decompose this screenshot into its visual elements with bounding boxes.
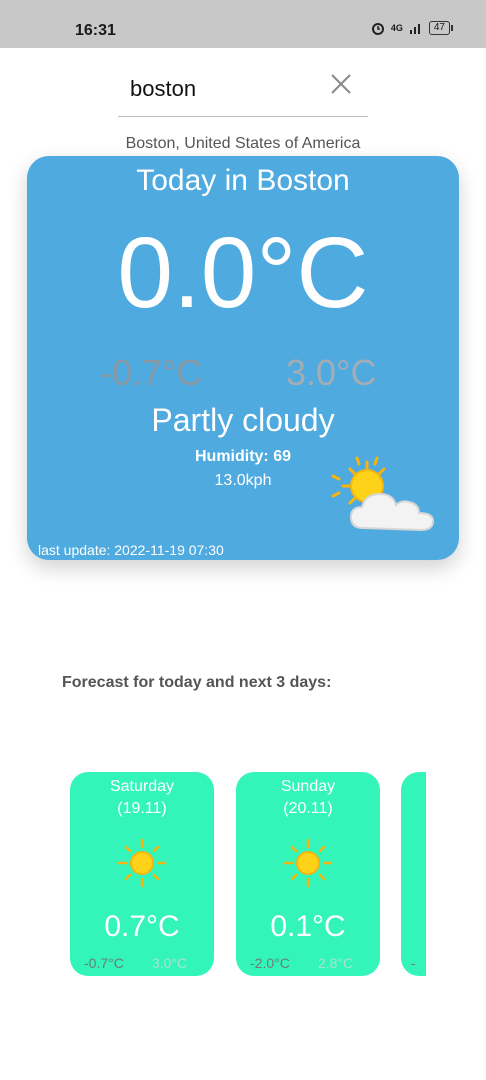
battery-icon: 47 bbox=[428, 21, 454, 35]
forecast-day: Sunday bbox=[280, 778, 336, 795]
status-icons: 4G 47 bbox=[371, 21, 454, 35]
current-temperature: 0.0°C bbox=[117, 217, 369, 329]
forecast-min-temp: -2.0°C bbox=[250, 955, 290, 971]
close-icon[interactable] bbox=[328, 71, 354, 97]
weather-condition: Partly cloudy bbox=[151, 402, 335, 438]
status-time: 16:31 bbox=[75, 22, 116, 39]
sun-icon bbox=[117, 838, 167, 888]
search-bar bbox=[118, 62, 368, 117]
status-bar: 16:31 4G 47 bbox=[0, 0, 486, 48]
forecast-avg-temp: 0.7°C bbox=[104, 910, 180, 943]
forecast-min-temp: - bbox=[411, 955, 416, 971]
forecast-avg-temp: 0.1°C bbox=[270, 910, 346, 943]
sun-icon bbox=[283, 838, 333, 888]
network-label: 4G bbox=[390, 23, 403, 33]
last-update: last update: 2022-11-19 07:30 bbox=[38, 542, 224, 558]
forecast-day: Saturday bbox=[109, 778, 175, 795]
forecast-card[interactable]: Sunday (20.11) 0.1°C -2.0°C 2.8°C bbox=[236, 772, 380, 976]
forecast-max-temp: 2.8°C bbox=[318, 955, 354, 971]
alarm-icon bbox=[371, 23, 384, 35]
max-temperature: 3.0°C bbox=[286, 352, 377, 393]
location-label: Boston, United States of America bbox=[125, 135, 361, 152]
signal-icon bbox=[409, 24, 420, 34]
min-temperature: -0.7°C bbox=[100, 352, 203, 393]
forecast-heading: Forecast for today and next 3 days: bbox=[62, 674, 332, 691]
forecast-card[interactable]: Saturday (19.11) 0.7°C -0.7°C 3.0°C bbox=[70, 772, 214, 976]
today-title: Today in Boston bbox=[136, 164, 350, 197]
partly-cloudy-icon bbox=[331, 456, 435, 532]
search-input[interactable] bbox=[128, 68, 322, 110]
forecast-card[interactable]: - bbox=[401, 772, 426, 976]
forecast-max-temp: 3.0°C bbox=[152, 955, 188, 971]
today-weather-card: Today in Boston 0.0°C -0.7°C 3.0°C Partl… bbox=[27, 156, 459, 560]
forecast-date: (19.11) bbox=[117, 800, 167, 817]
forecast-list[interactable]: Saturday (19.11) 0.7°C -0.7°C 3.0°C Sund… bbox=[70, 772, 426, 978]
forecast-min-temp: -0.7°C bbox=[84, 955, 124, 971]
forecast-date: (20.11) bbox=[283, 800, 333, 817]
